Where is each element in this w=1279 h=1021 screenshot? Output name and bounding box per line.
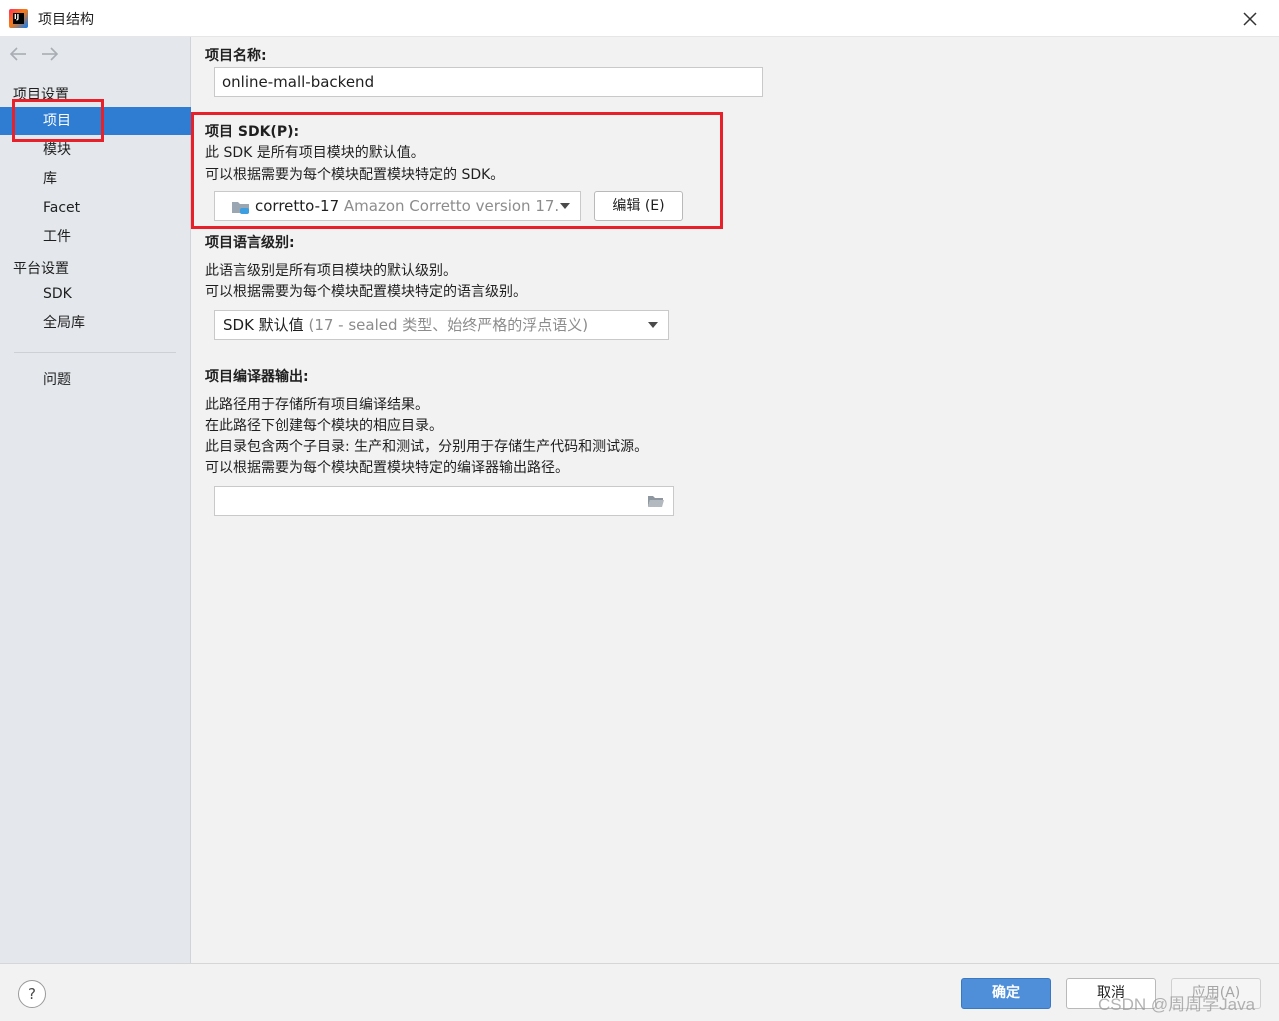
project-name-input[interactable]: online-mall-backend <box>214 67 763 97</box>
intellij-idea-icon: IJ <box>9 9 28 28</box>
language-level-label: 项目语言级别: <box>205 235 295 251</box>
csdn-watermark: CSDN @周周学Java <box>1098 995 1256 1014</box>
sidebar-item-modules[interactable]: 模块 <box>0 136 191 164</box>
language-level-detail: (17 - sealed 类型、始终严格的浮点语义) <box>308 316 589 334</box>
sdk-selected-name: corretto-17 <box>255 197 340 215</box>
group-project-settings: 项目设置 <box>13 87 69 103</box>
language-level-desc-1: 此语言级别是所有项目模块的默认级别。 <box>205 263 457 279</box>
ok-button[interactable]: 确定 <box>961 978 1051 1009</box>
sdk-selected-detail: Amazon Corretto version 17. <box>343 197 560 215</box>
title-bar: IJ 项目结构 <box>0 0 1279 37</box>
sidebar-item-sdks[interactable]: SDK <box>0 280 191 308</box>
project-sdk-desc-2: 可以根据需要为每个模块配置模块特定的 SDK。 <box>205 167 505 183</box>
language-level-select[interactable]: SDK 默认值 (17 - sealed 类型、始终严格的浮点语义) <box>214 310 669 340</box>
sidebar-divider <box>14 352 176 353</box>
dialog-footer: ? 确定 取消 应用(A) <box>0 963 1279 1021</box>
project-sdk-label: 项目 SDK(P): <box>205 124 300 140</box>
main-panel: 项目名称: online-mall-backend 项目 SDK(P): 此 S… <box>192 37 1279 963</box>
group-platform-settings: 平台设置 <box>13 261 69 277</box>
sdk-edit-button[interactable]: 编辑 (E) <box>594 191 683 221</box>
window-title: 项目结构 <box>38 12 94 28</box>
close-button[interactable] <box>1237 6 1263 32</box>
language-level-desc-2: 可以根据需要为每个模块配置模块特定的语言级别。 <box>205 284 527 300</box>
sidebar-item-project[interactable]: 项目 <box>0 107 191 135</box>
compiler-output-desc-3: 此目录包含两个子目录: 生产和测试，分别用于存储生产代码和测试源。 <box>205 439 649 455</box>
project-name-label: 项目名称: <box>205 48 267 64</box>
forward-button[interactable] <box>40 45 60 63</box>
compiler-output-desc-2: 在此路径下创建每个模块的相应目录。 <box>205 418 443 434</box>
chevron-down-icon <box>560 203 570 209</box>
arrow-left-icon <box>9 47 26 61</box>
language-level-value: SDK 默认值 <box>223 316 304 334</box>
project-sdk-desc-1: 此 SDK 是所有项目模块的默认值。 <box>205 145 425 161</box>
help-button[interactable]: ? <box>18 980 46 1008</box>
sidebar-item-facets[interactable]: Facet <box>0 194 191 222</box>
project-sdk-select[interactable]: corretto-17 Amazon Corretto version 17. <box>214 191 581 221</box>
folder-sdk-icon <box>232 202 249 214</box>
close-icon <box>1243 12 1257 26</box>
sidebar: 项目设置 项目 模块 库 Facet 工件 平台设置 SDK 全局库 问题 <box>0 37 191 963</box>
back-button[interactable] <box>8 45 28 63</box>
sidebar-item-problems[interactable]: 问题 <box>0 366 191 394</box>
chevron-down-icon <box>648 322 658 328</box>
compiler-output-desc-4: 可以根据需要为每个模块配置模块特定的编译器输出路径。 <box>205 460 569 476</box>
sidebar-item-artifacts[interactable]: 工件 <box>0 223 191 251</box>
compiler-output-desc-1: 此路径用于存储所有项目编译结果。 <box>205 397 429 413</box>
sidebar-item-libraries[interactable]: 库 <box>0 165 191 193</box>
arrow-right-icon <box>42 47 59 61</box>
sidebar-item-global-libraries[interactable]: 全局库 <box>0 309 191 337</box>
nav-arrows <box>8 45 60 63</box>
compiler-output-path-input[interactable] <box>214 486 674 516</box>
compiler-output-label: 项目编译器输出: <box>205 369 309 385</box>
folder-open-icon[interactable] <box>647 494 665 508</box>
